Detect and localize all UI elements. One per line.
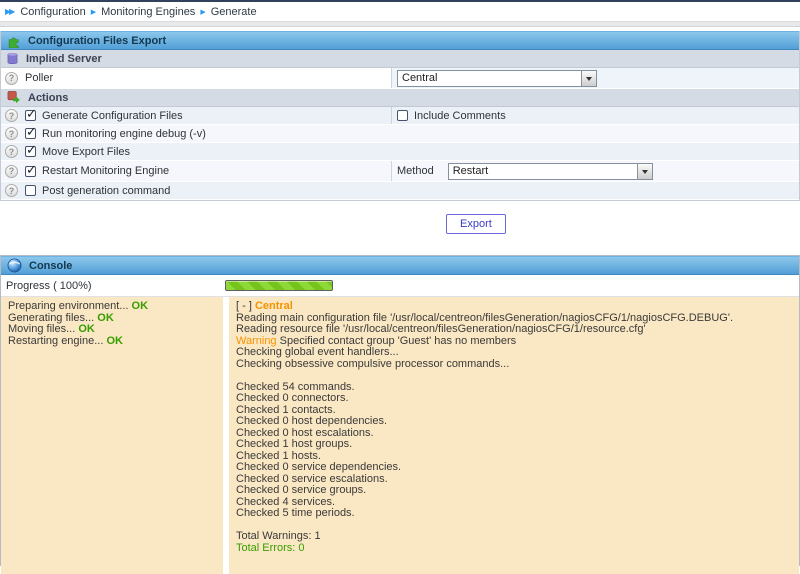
double-arrow-icon: ▶▶ bbox=[5, 7, 13, 16]
implied-server-header: Implied Server bbox=[1, 50, 799, 68]
move-label: Move Export Files bbox=[42, 146, 130, 158]
debug-label: Run monitoring engine debug (-v) bbox=[42, 128, 206, 140]
log-line: Checked 5 time periods. bbox=[236, 508, 795, 520]
move-row: ? Move Export Files bbox=[1, 143, 799, 160]
export-config-icon bbox=[7, 34, 21, 48]
breadcrumb-item-configuration[interactable]: Configuration bbox=[20, 6, 85, 18]
breadcrumb: ▶▶ Configuration ▶ Monitoring Engines ▶ … bbox=[0, 2, 800, 21]
restart-row-value-cell: Method Restart bbox=[391, 161, 799, 181]
poller-select[interactable]: Central bbox=[397, 70, 597, 87]
form-title-bar: Configuration Files Export bbox=[1, 31, 799, 50]
restart-checkbox[interactable] bbox=[25, 166, 36, 177]
poller-select-value: Central bbox=[402, 72, 437, 84]
console-title-bar: Console bbox=[1, 256, 799, 275]
log-line: Checking global event handlers... bbox=[236, 347, 795, 359]
post-command-checkbox[interactable] bbox=[25, 185, 36, 196]
actions-header: Actions bbox=[1, 89, 799, 107]
log-line: Checked 0 service dependencies. bbox=[236, 462, 795, 474]
restart-row-label-cell: ? Restart Monitoring Engine bbox=[1, 161, 391, 181]
log-poller-line: [ - ] Central bbox=[236, 301, 795, 313]
status-ok: OK bbox=[106, 335, 123, 347]
method-label: Method bbox=[397, 165, 434, 177]
debug-checkbox[interactable] bbox=[25, 128, 36, 139]
dropdown-arrow-icon[interactable] bbox=[637, 164, 652, 179]
progress-label: Progress ( 100%) bbox=[1, 275, 223, 296]
console-status-column: Preparing environment... OK Generating f… bbox=[1, 297, 223, 574]
console-panel: Console Progress ( 100%) Preparing envir… bbox=[0, 255, 800, 566]
console-title: Console bbox=[29, 260, 72, 272]
help-icon[interactable]: ? bbox=[5, 165, 18, 178]
implied-server-title: Implied Server bbox=[26, 53, 102, 65]
poller-row-value-cell: Central bbox=[391, 68, 799, 88]
progress-row: Progress ( 100%) bbox=[1, 275, 799, 297]
warning-label: Warning bbox=[236, 335, 277, 347]
breadcrumb-item-monitoring-engines[interactable]: Monitoring Engines bbox=[101, 6, 195, 18]
progress-bar bbox=[225, 280, 333, 291]
generate-label: Generate Configuration Files bbox=[42, 110, 183, 122]
log-blank-line bbox=[236, 370, 795, 382]
log-line: Checked 0 connectors. bbox=[236, 393, 795, 405]
restart-label: Restart Monitoring Engine bbox=[42, 165, 169, 177]
post-command-label: Post generation command bbox=[42, 185, 170, 197]
help-icon[interactable]: ? bbox=[5, 72, 18, 85]
actions-icon bbox=[7, 91, 20, 104]
dropdown-arrow-icon[interactable] bbox=[581, 71, 596, 86]
log-line: Checked 0 host dependencies. bbox=[236, 416, 795, 428]
log-line: Checked 0 service groups. bbox=[236, 485, 795, 497]
log-total-warnings: Total Warnings: 1 bbox=[236, 531, 795, 543]
actions-title: Actions bbox=[28, 92, 68, 104]
export-form: Configuration Files Export Implied Serve… bbox=[0, 31, 800, 201]
server-database-icon bbox=[7, 52, 18, 65]
poller-name: Central bbox=[255, 300, 293, 312]
log-line: Checked 1 host groups. bbox=[236, 439, 795, 451]
log-line: Checking obsessive compulsive processor … bbox=[236, 359, 795, 371]
include-comments-label: Include Comments bbox=[414, 110, 506, 122]
progress-bar-cell bbox=[223, 275, 799, 296]
debug-row: ? Run monitoring engine debug (-v) bbox=[1, 125, 799, 142]
method-select[interactable]: Restart bbox=[448, 163, 653, 180]
include-comments-checkbox[interactable] bbox=[397, 110, 408, 121]
export-button-row: Export bbox=[0, 201, 800, 234]
globe-icon bbox=[7, 258, 22, 273]
breadcrumb-item-generate[interactable]: Generate bbox=[211, 6, 257, 18]
form-title: Configuration Files Export bbox=[28, 35, 166, 47]
breadcrumb-separator-icon: ▶ bbox=[91, 8, 96, 16]
poller-row-label-cell: ? Poller bbox=[1, 68, 391, 88]
poller-label: Poller bbox=[25, 72, 53, 84]
help-icon[interactable]: ? bbox=[5, 184, 18, 197]
generate-row-label-cell: ? Generate Configuration Files bbox=[1, 107, 391, 124]
console-body: Preparing environment... OK Generating f… bbox=[1, 297, 799, 574]
log-total-errors: Total Errors: 0 bbox=[236, 543, 795, 555]
help-icon[interactable]: ? bbox=[5, 109, 18, 122]
page: ▶▶ Configuration ▶ Monitoring Engines ▶ … bbox=[0, 0, 800, 566]
post-command-row: ? Post generation command bbox=[1, 182, 799, 199]
help-icon[interactable]: ? bbox=[5, 127, 18, 140]
move-checkbox[interactable] bbox=[25, 146, 36, 157]
generate-checkbox[interactable] bbox=[25, 110, 36, 121]
method-select-value: Restart bbox=[453, 165, 488, 177]
status-ok: OK bbox=[97, 312, 114, 324]
breadcrumb-separator-icon: ▶ bbox=[200, 8, 205, 16]
generate-row-value-cell: Include Comments bbox=[391, 107, 799, 124]
console-log-column: [ - ] Central Reading main configuration… bbox=[229, 297, 799, 574]
help-icon[interactable]: ? bbox=[5, 145, 18, 158]
status-ok: OK bbox=[78, 323, 95, 335]
status-line: Restarting engine... OK bbox=[8, 336, 219, 348]
status-ok: OK bbox=[132, 300, 149, 312]
export-button[interactable]: Export bbox=[446, 214, 506, 234]
